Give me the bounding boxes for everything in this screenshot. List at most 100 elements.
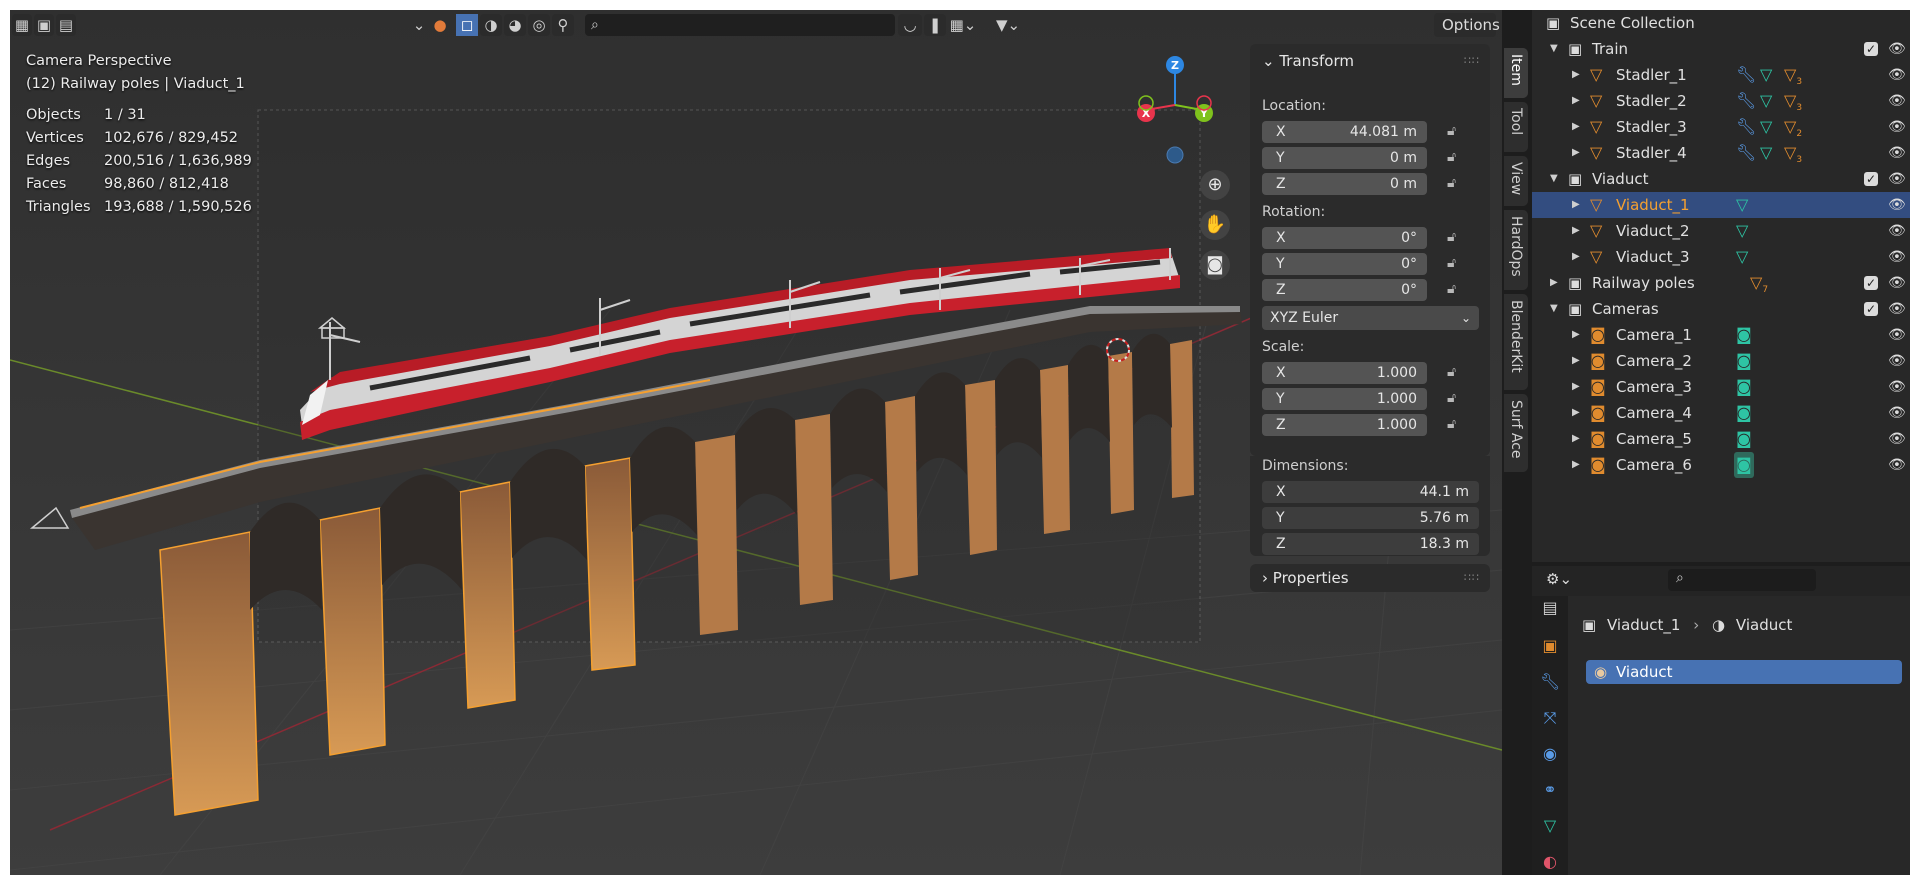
dimensions-z-field[interactable]: Z 18.3 m [1262,533,1479,555]
collection-row-train[interactable]: ▼ ▣ Train ✓ 👁︎ [1532,36,1910,62]
eye-icon[interactable]: 👁︎ [1888,62,1906,88]
checkbox[interactable]: ✓ [1864,42,1878,56]
outliner-item[interactable]: ▶ ▽ Viaduct_2 ▽ 👁︎ [1532,218,1910,244]
eye-icon[interactable]: 👁︎ [1888,244,1906,270]
viewport-overlay-icon[interactable]: ● [430,14,450,36]
particles-icon[interactable]: ⤧ [1540,708,1560,728]
outliner-item[interactable]: ▶ ◙ Camera_3 ◙ 👁︎ [1532,374,1910,400]
scene-collection-row[interactable]: ▣ Scene Collection [1532,10,1910,36]
collection-row-cameras[interactable]: ▼ ▣ Cameras ✓ 👁︎ [1532,296,1910,322]
outliner-item[interactable]: ▶ ◙ Camera_2 ◙ 👁︎ [1532,348,1910,374]
editor-type-icon[interactable]: ⚙︎⌄ [1546,570,1572,588]
properties-panel-header[interactable]: › Properties [1262,565,1349,591]
location-z-field[interactable]: Z0 m [1262,173,1427,195]
modifier-wrench-icon[interactable]: 🔧︎ [1540,672,1560,692]
properties-search-input[interactable]: ⌕ [1668,569,1816,591]
eye-icon[interactable]: 👁︎ [1888,426,1906,452]
eye-icon[interactable]: 👁︎ [1888,140,1906,166]
rotation-y-field[interactable]: Y 0° [1262,253,1427,275]
solid-shading-icon[interactable]: ◑ [480,14,502,36]
eye-icon[interactable]: 👁︎ [1888,36,1906,62]
tab-tool[interactable]: Tool [1504,102,1528,152]
eye-icon[interactable]: 👁︎ [1888,114,1906,140]
material-shading-icon[interactable]: ◕ [504,14,526,36]
eye-icon[interactable]: 👁︎ [1888,296,1906,322]
outliner-item[interactable]: ▶ ◙ Camera_6 ◙ 👁︎ [1532,452,1910,478]
outliner-item-selected[interactable]: ▶ ▽ Viaduct_1 ▽ 👁︎ [1532,192,1910,218]
scale-y-field[interactable]: Y 1.000 [1262,388,1427,410]
dimensions-x-field[interactable]: X 44.1 m [1262,481,1479,503]
rendered-shading-icon[interactable]: ◎ [528,14,550,36]
chevron-down-icon[interactable]: ⌄ [410,14,428,36]
snap-icon[interactable]: ◡ [898,14,922,36]
tab-hardops[interactable]: HardOps [1504,210,1528,290]
eye-icon[interactable]: 👁︎ [1888,166,1906,192]
zoom-icon[interactable]: ⊕ [1200,170,1230,200]
physics-icon[interactable]: ◉ [1540,744,1560,764]
eye-icon[interactable]: 👁︎ [1888,374,1906,400]
constraints-icon[interactable]: ⚭ [1540,780,1560,800]
eye-icon[interactable]: 👁︎ [1888,270,1906,296]
tab-view[interactable]: View [1504,156,1528,206]
lock-icon[interactable]: 🔓︎ [1447,229,1456,245]
drag-handle-icon[interactable]: ∷∷ [1464,54,1480,67]
collection-row-viaduct[interactable]: ▼ ▣ Viaduct ✓ 👁︎ [1532,166,1910,192]
lock-icon[interactable]: 🔓︎ [1447,175,1456,191]
location-x-field[interactable]: X 44.081 m [1262,121,1427,143]
tab-surf-ace[interactable]: Surf Ace [1504,394,1528,472]
location-y-field[interactable]: Y0 m [1262,147,1427,169]
search-input[interactable]: ⌕ [585,14,895,36]
tab-item[interactable]: Item [1504,48,1528,98]
outliner-item[interactable]: ▶ ▽ Stadler_1 🔧︎ ▽ ▽3 👁︎ [1532,62,1910,88]
outliner-item[interactable]: ▶ ◙ Camera_5 ◙ 👁︎ [1532,426,1910,452]
proportional-editing-icon[interactable]: ▦⌄ [948,14,978,36]
lock-icon[interactable]: 🔓︎ [1447,364,1456,380]
object-tab-icon[interactable]: ▣ [1540,636,1560,656]
eye-icon[interactable]: 👁︎ [1888,88,1906,114]
lock-icon[interactable]: 🔓︎ [1447,416,1456,432]
outliner-item[interactable]: ▶ ◙ Camera_4 ◙ 👁︎ [1532,400,1910,426]
material-tab-icon[interactable]: ◐ [1540,852,1560,872]
outliner-item[interactable]: ▶ ◙ Camera_1 ◙ 👁︎ [1532,322,1910,348]
mesh-data-icon[interactable]: ▽ [1540,816,1560,836]
filter-icon[interactable]: ▼⌄ [990,14,1026,36]
eye-icon[interactable]: 👁︎ [1888,452,1906,478]
bookmark-icon[interactable]: ❚ [924,14,946,36]
eye-icon[interactable]: 👁︎ [1888,400,1906,426]
outliner-item[interactable]: ▶ ▽ Stadler_4 🔧︎ ▽ ▽3 👁︎ [1532,140,1910,166]
dimensions-y-field[interactable]: Y 5.76 m [1262,507,1479,529]
lock-icon[interactable]: 🔓︎ [1447,149,1456,165]
eye-icon[interactable]: 👁︎ [1888,192,1906,218]
drag-handle-icon[interactable]: ∷∷ [1464,571,1480,584]
navigation-gizmo[interactable]: Z X Y [1130,55,1220,165]
rotation-mode-select[interactable]: XYZ Euler ⌄ [1262,306,1479,330]
eye-icon[interactable]: 👁︎ [1888,348,1906,374]
rotation-x-field[interactable]: X 0° [1262,227,1427,249]
scale-z-field[interactable]: Z 1.000 [1262,414,1427,436]
transform-panel-header[interactable]: ⌄ Transform [1262,48,1354,74]
editor-type-icon[interactable]: ▦ [12,14,32,36]
hand-pan-icon[interactable]: ✋ [1200,210,1230,240]
material-slot-item[interactable]: ◉ Viaduct [1586,660,1902,684]
lock-icon[interactable]: 🔓︎ [1447,281,1456,297]
scene-tab-icon[interactable]: ▤ [1540,598,1560,618]
lock-icon[interactable]: 🔓︎ [1447,390,1456,406]
properties-panel-collapsed[interactable]: › Properties ∷∷ [1250,564,1490,592]
tab-blenderkit[interactable]: BlenderKit [1504,294,1528,390]
checkbox[interactable]: ✓ [1864,302,1878,316]
wireframe-shading-icon[interactable]: ◻ [456,14,478,36]
scale-x-field[interactable]: X 1.000 [1262,362,1427,384]
outliner-item[interactable]: ▶ ▽ Stadler_3 🔧︎ ▽ ▽2 👁︎ [1532,114,1910,140]
outliner-item[interactable]: ▶ ▽ Viaduct_3 ▽ 👁︎ [1532,244,1910,270]
camera-view-icon[interactable]: ◙ [1200,250,1230,280]
rotation-z-field[interactable]: Z 0° [1262,279,1427,301]
checkbox[interactable]: ✓ [1864,172,1878,186]
options-dropdown[interactable]: Options ⌄ [1434,13,1500,58]
eye-icon[interactable]: 👁︎ [1888,322,1906,348]
select-extend-mode-icon[interactable]: ▤ [56,14,76,36]
brush-icon[interactable]: ⚲ [552,14,574,36]
lock-icon[interactable]: 🔓︎ [1447,255,1456,271]
select-box-mode-icon[interactable]: ▣ [34,14,54,36]
eye-icon[interactable]: 👁︎ [1888,218,1906,244]
outliner-item[interactable]: ▶ ▽ Stadler_2 🔧︎ ▽ ▽3 👁︎ [1532,88,1910,114]
